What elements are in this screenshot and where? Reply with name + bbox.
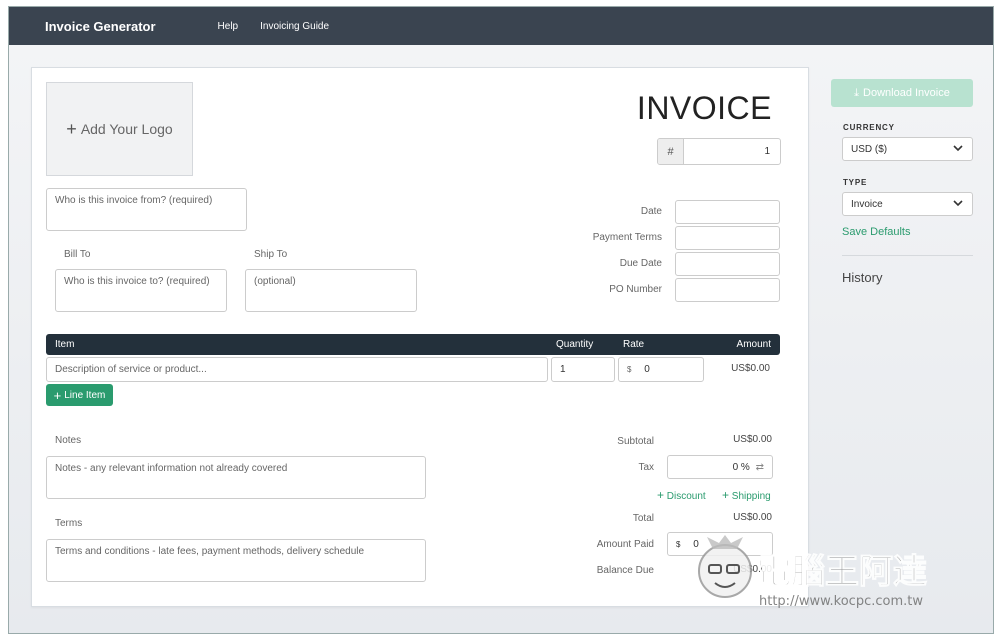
ship-to-field[interactable]: (optional) <box>245 269 417 312</box>
due-date-field[interactable] <box>675 252 780 276</box>
nav-help-link[interactable]: Help <box>218 21 239 32</box>
payment-terms-label: Payment Terms <box>592 232 662 243</box>
app-title[interactable]: Invoice Generator <box>45 19 156 34</box>
shipping-label: Shipping <box>731 491 771 502</box>
sidebar-divider <box>842 255 973 256</box>
swap-icon[interactable]: ⇄ <box>756 462 764 473</box>
invoice-number-field[interactable]: # 1 <box>657 138 781 165</box>
download-icon: ⤓ <box>854 86 860 99</box>
type-select[interactable]: Invoice <box>842 192 973 216</box>
nav-invoicing-guide-link[interactable]: Invoicing Guide <box>260 21 329 32</box>
subtotal-value: US$0.00 <box>733 434 772 445</box>
bill-to-field[interactable]: Who is this invoice to? (required) <box>55 269 227 312</box>
plus-icon: + <box>722 488 730 502</box>
line-item-rate-field[interactable]: $ 0 <box>618 357 704 382</box>
from-field[interactable]: Who is this invoice from? (required) <box>46 188 247 231</box>
tax-value: 0 <box>732 462 739 473</box>
header-item: Item <box>55 339 75 350</box>
balance-due-label: Balance Due <box>596 565 654 576</box>
history-link[interactable]: History <box>842 270 882 285</box>
total-label: Total <box>632 513 654 524</box>
po-number-label: PO Number <box>609 284 662 295</box>
add-discount-link[interactable]: + Discount <box>657 488 706 502</box>
notes-field[interactable]: Notes - any relevant information not alr… <box>46 456 426 499</box>
amount-paid-field[interactable]: $ 0 <box>667 532 773 556</box>
rate-currency-symbol: $ <box>627 365 632 374</box>
download-label: Download Invoice <box>863 87 950 99</box>
currency-select[interactable]: USD ($) <box>842 137 973 161</box>
line-items-header: Item Quantity Rate Amount <box>46 334 780 355</box>
line-item-amount: US$0.00 <box>731 363 770 374</box>
terms-field[interactable]: Terms and conditions - late fees, paymen… <box>46 539 426 582</box>
terms-label: Terms <box>55 518 83 529</box>
line-item-rate-value: 0 <box>644 364 650 375</box>
date-field[interactable] <box>675 200 780 224</box>
invoice-number-value[interactable]: 1 <box>684 139 780 164</box>
hash-prefix: # <box>658 139 684 164</box>
type-caption: TYPE <box>843 178 868 187</box>
tax-label: Tax <box>638 462 654 473</box>
header-amount: Amount <box>736 339 771 350</box>
due-date-label: Due Date <box>619 258 662 269</box>
save-defaults-link[interactable]: Save Defaults <box>842 226 910 238</box>
currency-value: USD ($) <box>851 144 888 155</box>
amount-paid-label: Amount Paid <box>596 539 654 550</box>
discount-label: Discount <box>666 491 706 502</box>
plus-icon: + <box>657 488 665 502</box>
invoice-card: + Add Your Logo INVOICE # 1 Who is this … <box>31 67 809 607</box>
invoice-title: INVOICE <box>636 90 772 126</box>
add-line-item-label: Line Item <box>64 389 106 401</box>
plus-icon: + <box>66 118 77 139</box>
balance-due-value: US$0.00 <box>733 564 772 575</box>
line-item-description-field[interactable]: Description of service or product... <box>46 357 548 382</box>
add-logo-button[interactable]: + Add Your Logo <box>46 82 193 176</box>
add-logo-label: Add Your Logo <box>80 121 173 137</box>
plus-icon: + <box>53 387 62 403</box>
ship-to-label: Ship To <box>254 249 288 260</box>
amount-paid-currency: $ <box>676 540 681 549</box>
line-item-quantity-field[interactable]: 1 <box>551 357 615 382</box>
bill-to-label: Bill To <box>64 249 91 260</box>
header-quantity: Quantity <box>556 339 594 350</box>
amount-paid-value: 0 <box>693 539 699 550</box>
tax-field[interactable]: 0 % ⇄ <box>667 455 773 479</box>
date-label: Date <box>640 206 662 217</box>
chevron-down-icon <box>952 142 964 157</box>
add-shipping-link[interactable]: + Shipping <box>722 488 771 502</box>
main-content: + Add Your Logo INVOICE # 1 Who is this … <box>9 45 993 633</box>
tax-unit: % <box>740 462 750 473</box>
currency-caption: CURRENCY <box>843 123 895 132</box>
header-rate: Rate <box>623 339 645 350</box>
subtotal-label: Subtotal <box>617 436 654 447</box>
type-value: Invoice <box>851 199 883 210</box>
total-value: US$0.00 <box>733 512 772 523</box>
top-navbar: Invoice Generator Help Invoicing Guide <box>9 7 993 45</box>
app-window: Invoice Generator Help Invoicing Guide +… <box>8 6 994 634</box>
notes-label: Notes <box>55 435 82 446</box>
download-invoice-button[interactable]: ⤓ Download Invoice <box>831 79 973 107</box>
chevron-down-icon <box>952 197 964 212</box>
add-line-item-button[interactable]: + Line Item <box>46 384 113 406</box>
payment-terms-field[interactable] <box>675 226 780 250</box>
po-number-field[interactable] <box>675 278 780 302</box>
